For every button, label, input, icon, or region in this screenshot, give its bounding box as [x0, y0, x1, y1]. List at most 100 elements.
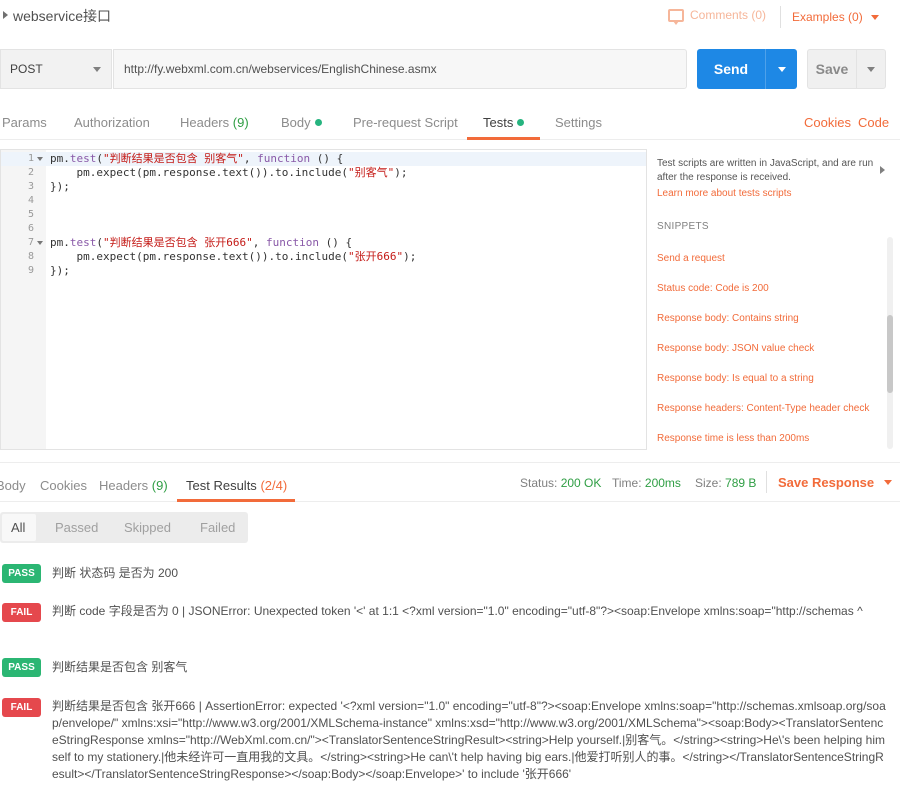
save-options-chevron-icon[interactable]: [867, 66, 875, 72]
pass-badge: PASS: [2, 564, 41, 583]
chevron-down-icon: [884, 480, 893, 485]
size-label: Size:: [695, 476, 722, 490]
status-label: Status:: [520, 476, 558, 490]
request-tabs: Params Authorization Headers (9) Body Pr…: [0, 104, 900, 140]
tests-code-editor[interactable]: 1 pm.test("判断结果是否包含 别客气", function () { …: [0, 149, 647, 450]
comments-label: Comments (0): [690, 8, 767, 22]
line-number: 8: [27, 251, 34, 262]
send-label: Send: [713, 61, 749, 77]
divider: [780, 6, 781, 28]
code-line: 1 pm.test("判断结果是否包含 别客气", function () {: [1, 152, 646, 166]
line-number: 5: [27, 209, 34, 220]
code-line: 2 pm.expect(pm.response.text()).to.inclu…: [1, 166, 646, 180]
tab-body[interactable]: Body: [281, 115, 322, 130]
learn-more-link[interactable]: Learn more about tests scripts: [657, 188, 792, 199]
time-readout: Time: 200ms: [612, 476, 681, 490]
tab-headers[interactable]: Headers (9): [180, 115, 249, 130]
time-label: Time:: [612, 476, 642, 490]
response-headers-label: Headers: [99, 478, 149, 493]
divider: [766, 471, 767, 493]
tab-authorization[interactable]: Authorization: [74, 115, 150, 130]
line-number: 3: [27, 181, 34, 192]
snippet-contains-string[interactable]: Response body: Contains string: [657, 313, 799, 324]
code-line: 6: [1, 222, 646, 236]
test-results-label: Test Results: [186, 478, 257, 493]
cookies-link[interactable]: Cookies: [804, 115, 851, 130]
fold-arrow-icon[interactable]: [37, 241, 43, 245]
expand-panel-icon[interactable]: [880, 166, 885, 174]
method-select[interactable]: POST: [0, 49, 112, 89]
filter-failed[interactable]: Failed: [200, 520, 235, 535]
examples-dropdown[interactable]: Examples (0): [792, 10, 879, 24]
save-button[interactable]: Save: [807, 49, 886, 89]
send-options-chevron-icon[interactable]: [778, 66, 786, 72]
code-text: pm.test("判断结果是否包含 张开666", function () {: [50, 236, 353, 249]
snippet-json-value-check[interactable]: Response body: JSON value check: [657, 343, 814, 354]
chevron-down-icon: [93, 67, 101, 72]
filter-passed[interactable]: Passed: [55, 520, 98, 535]
active-tab-indicator: [467, 137, 540, 140]
line-number: 9: [27, 265, 34, 276]
fail-badge: FAIL: [2, 698, 41, 717]
tests-intro-text: Test scripts are written in JavaScript, …: [657, 158, 874, 183]
line-number: 4: [27, 195, 34, 206]
tab-response-headers[interactable]: Headers (9): [99, 478, 168, 493]
status-dot-icon: [517, 119, 525, 126]
tab-response-body[interactable]: Body: [0, 478, 26, 493]
save-response-label: Save Response: [778, 475, 875, 490]
tab-response-cookies[interactable]: Cookies: [40, 478, 87, 493]
snippet-content-type-check[interactable]: Response headers: Content-Type header ch…: [657, 403, 869, 414]
code-text: pm.expect(pm.response.text()).to.include…: [50, 166, 408, 179]
request-bar: POST http://fy.webxml.com.cn/webservices…: [0, 48, 900, 90]
snippet-response-time[interactable]: Response time is less than 200ms: [657, 433, 809, 444]
test-result-text: 判断 code 字段是否为 0 | JSONError: Unexpected …: [52, 604, 863, 618]
chevron-down-icon: [870, 14, 879, 20]
snippets-panel: Test scripts are written in JavaScript, …: [647, 149, 900, 450]
examples-label: Examples (0): [792, 10, 863, 24]
code-line: 3 });: [1, 180, 646, 194]
tab-test-results[interactable]: Test Results (2/4): [186, 478, 287, 493]
code-line: 5: [1, 208, 646, 222]
code-line: 7 pm.test("判断结果是否包含 张开666", function () …: [1, 236, 646, 250]
pass-badge: PASS: [2, 658, 41, 677]
url-input[interactable]: http://fy.webxml.com.cn/webservices/Engl…: [113, 49, 687, 89]
send-button[interactable]: Send: [697, 49, 797, 89]
code-text: pm.test("判断结果是否包含 别客气", function () {: [50, 152, 344, 165]
tab-tests[interactable]: Tests: [483, 115, 525, 130]
filter-all[interactable]: All: [11, 520, 25, 535]
tab-pre-request-script[interactable]: Pre-request Script: [353, 115, 458, 130]
line-number: 1: [27, 153, 34, 164]
comment-icon: [668, 8, 684, 25]
request-title[interactable]: webservice接口: [13, 6, 111, 26]
snippet-send-request[interactable]: Send a request: [657, 253, 725, 264]
scrollbar-thumb[interactable]: [887, 315, 893, 393]
code-line: 9 });: [1, 264, 646, 278]
tab-tests-label: Tests: [483, 115, 514, 130]
snippets-heading: SNIPPETS: [657, 221, 709, 232]
tab-body-label: Body: [281, 115, 311, 130]
fold-arrow-icon[interactable]: [37, 157, 43, 161]
tab-headers-label: Headers: [180, 115, 230, 130]
size-readout: Size: 789 B: [695, 476, 756, 490]
line-number: 2: [27, 167, 34, 178]
snippet-equal-to-string[interactable]: Response body: Is equal to a string: [657, 373, 814, 384]
response-tabs: Body Cookies Headers (9) Test Results (2…: [0, 462, 900, 502]
status-value: 200 OK: [560, 476, 602, 490]
save-response-dropdown[interactable]: Save Response: [778, 475, 893, 490]
tab-settings[interactable]: Settings: [555, 115, 602, 130]
collapse-caret-icon[interactable]: [3, 11, 8, 19]
test-result-text: 判断结果是否包含 别客气: [52, 660, 188, 674]
tab-params[interactable]: Params: [2, 115, 47, 130]
line-number: 6: [27, 223, 34, 234]
comments-button[interactable]: Comments (0): [668, 8, 767, 25]
fail-badge: FAIL: [2, 603, 41, 622]
snippet-status-code[interactable]: Status code: Code is 200: [657, 283, 769, 294]
filter-skipped[interactable]: Skipped: [124, 520, 171, 535]
code-text: });: [50, 180, 70, 193]
code-line: 8 pm.expect(pm.response.text()).to.inclu…: [1, 250, 646, 264]
save-label: Save: [815, 61, 849, 77]
send-divider: [765, 49, 766, 89]
code-link[interactable]: Code: [858, 115, 889, 130]
save-divider: [856, 50, 857, 88]
status-dot-icon: [314, 119, 322, 126]
